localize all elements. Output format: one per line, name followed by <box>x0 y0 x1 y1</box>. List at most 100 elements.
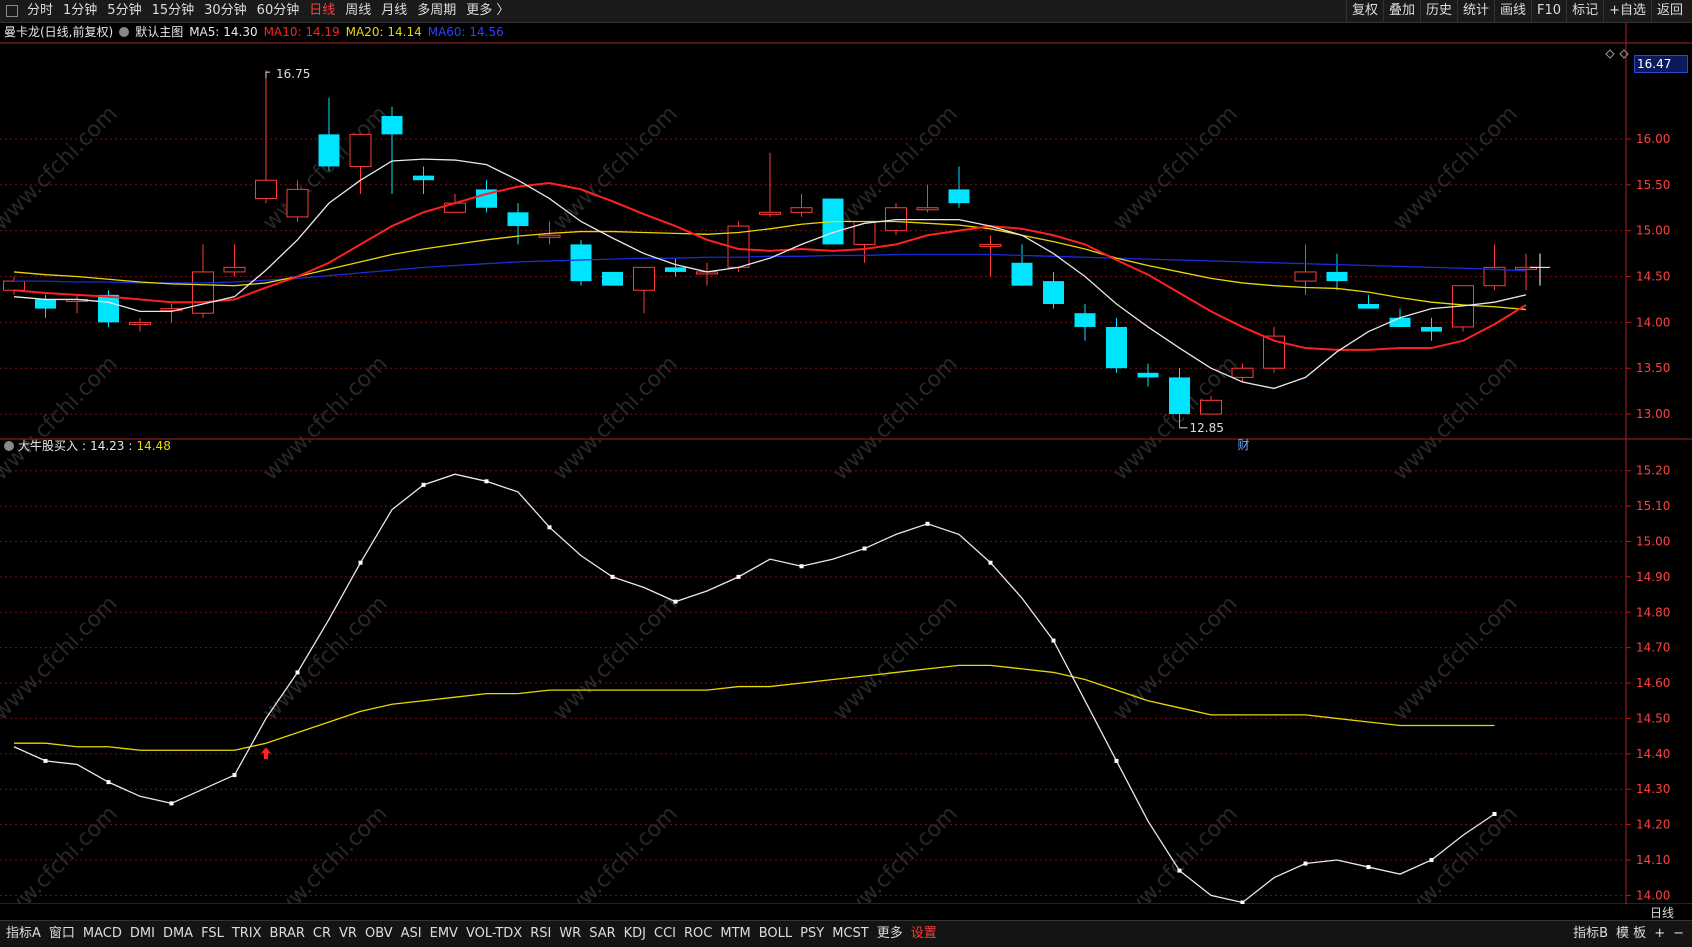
chart-area[interactable]: 16.00 15.50 15.00 14.50 14.00 13.50 13.00 15.20… <box>0 23 1692 904</box>
indicator-point <box>1492 811 1497 816</box>
period-tab-5[interactable]: 60分钟 <box>252 0 305 22</box>
toolbar-button-1[interactable]: 叠加 <box>1382 0 1420 22</box>
toolbar-button-8[interactable]: 返回 <box>1650 0 1688 22</box>
ma60-label: MA60: 14.56 <box>427 25 504 39</box>
candle-body-down <box>1169 377 1190 415</box>
price-tick-label: 14.50 <box>1636 270 1670 284</box>
indicator-point <box>232 773 237 778</box>
indicator-tab-6[interactable]: TRIX <box>228 921 266 947</box>
indicator-tab-7[interactable]: BRAR <box>266 921 309 947</box>
period-tab-1[interactable]: 1分钟 <box>58 0 102 22</box>
indicator-tab-21[interactable]: BOLL <box>755 921 796 947</box>
indicator-right-button-2[interactable]: + <box>1650 921 1669 947</box>
toolbar-button-0[interactable]: 复权 <box>1345 0 1383 22</box>
indicator-tabs: 指标A 窗口 MACD DMI DMA FSL TRIX BRAR CR VR OBV ASI EMV V… <box>2 921 941 947</box>
candle-body-down <box>381 116 403 135</box>
indicator-right-button-1[interactable]: 模 板 <box>1612 921 1650 947</box>
indicator-tab-18[interactable]: CCI <box>650 921 680 947</box>
indicator-point <box>106 780 111 785</box>
candle-body-down <box>1011 262 1033 286</box>
indicator-tab-19[interactable]: ROC <box>680 921 716 947</box>
window-icon[interactable] <box>6 5 18 17</box>
indicator-tab-2[interactable]: MACD <box>79 921 126 947</box>
indicator-tick-label: 14.00 <box>1636 888 1670 902</box>
indicator-icon[interactable] <box>4 441 14 451</box>
indicator-tab-20[interactable]: MTM <box>716 921 754 947</box>
candle-body-up <box>286 188 309 218</box>
indicator-tab-10[interactable]: OBV <box>361 921 397 947</box>
chart-svg[interactable]: 16.00 15.50 15.00 14.50 14.00 13.50 13.00 15.20… <box>0 23 1692 904</box>
indicator-tab-5[interactable]: FSL <box>197 921 228 947</box>
indicator-value2: 14.48 <box>136 439 171 453</box>
financial-report-marker[interactable]: 财 <box>1238 438 1250 452</box>
indicator-tick-label: 15.00 <box>1636 534 1670 548</box>
indicator-tab-9[interactable]: VR <box>335 921 361 947</box>
period-tabs: 分时 1分钟 5分钟 15分钟 30分钟 60分钟 日线 周线 月线 多周期 更多 〉 <box>6 0 514 22</box>
indicator-toolbar: 指标A 窗口 MACD DMI DMA FSL TRIX BRAR CR VR OBV ASI EMV V… <box>0 920 1692 947</box>
indicator-tab-0[interactable]: 指标A <box>2 921 45 947</box>
indicator-point <box>547 525 552 530</box>
indicator-tab-12[interactable]: EMV <box>426 921 462 947</box>
period-tab-7[interactable]: 周线 <box>340 0 376 22</box>
candle-body-up <box>3 280 25 291</box>
template-label[interactable]: 默认主图 <box>135 24 183 40</box>
indicator-value1: 14.23 <box>90 439 125 453</box>
toolbar-button-2[interactable]: 历史 <box>1419 0 1457 22</box>
toolbar-button-6[interactable]: 标记 <box>1566 0 1603 22</box>
indicator-tab-25[interactable]: 设置 <box>907 921 941 947</box>
template-icon[interactable] <box>119 27 130 37</box>
toolbar-button-4[interactable]: 画线 <box>1494 0 1531 22</box>
candle-body-down <box>35 299 56 309</box>
low-label: 12.85 <box>1190 421 1224 435</box>
candle-body-up <box>1200 399 1222 415</box>
period-tab-8[interactable]: 月线 <box>376 0 412 22</box>
candle-body-down <box>1137 372 1159 378</box>
price-tick-label: 13.50 <box>1636 361 1670 375</box>
indicator-tab-3[interactable]: DMI <box>126 921 159 947</box>
indicator-point <box>988 560 993 565</box>
toolbar-button-7[interactable]: +自选 <box>1603 0 1651 22</box>
candle-body-up <box>192 271 214 314</box>
indicator-tab-14[interactable]: RSI <box>526 921 555 947</box>
period-tab-10[interactable]: 更多 〉 <box>461 0 514 22</box>
period-tab-4[interactable]: 30分钟 <box>199 0 252 22</box>
indicator-tab-17[interactable]: KDJ <box>620 921 650 947</box>
indicator-right-button-3[interactable]: − <box>1669 921 1688 947</box>
candle-body-down <box>602 271 623 286</box>
price-tick-label: 15.50 <box>1636 178 1670 192</box>
indicator-tab-22[interactable]: PSY <box>796 921 828 947</box>
period-tab-9[interactable]: 多周期 <box>412 0 461 22</box>
indicator-tab-11[interactable]: ASI <box>397 921 426 947</box>
indicator-tab-13[interactable]: VOL-TDX <box>462 921 526 947</box>
period-tab-6[interactable]: 日线 <box>304 0 340 22</box>
candle-body-up <box>1294 271 1317 282</box>
indicator-point <box>421 482 426 487</box>
period-tab-0[interactable]: 分时 <box>22 0 58 22</box>
period-label: 日线 <box>1650 906 1675 920</box>
indicator-tab-4[interactable]: DMA <box>159 921 197 947</box>
indicator-tab-24[interactable]: 更多 <box>873 921 907 947</box>
current-price-box: 16.47 <box>1634 55 1688 73</box>
candle-body-down <box>507 212 529 227</box>
indicator-tab-23[interactable]: MCST <box>828 921 873 947</box>
indicator-point <box>1051 638 1056 643</box>
indicator-point <box>1303 861 1308 866</box>
indicator-name[interactable]: 大牛股买入 <box>18 438 78 454</box>
ma10-label: MA10: 14.19 <box>263 25 340 39</box>
period-tab-3[interactable]: 15分钟 <box>147 0 200 22</box>
indicator-tab-8[interactable]: CR <box>309 921 335 947</box>
toolbar-button-5[interactable]: F10 <box>1531 0 1566 22</box>
candle-body-down <box>1389 317 1411 327</box>
candle-body-down <box>1043 281 1064 305</box>
indicator-point <box>358 560 363 565</box>
indicator-sep: : <box>82 439 87 453</box>
price-tick-label: 13.00 <box>1636 407 1670 421</box>
toolbar-button-3[interactable]: 统计 <box>1457 0 1494 22</box>
indicator-tab-16[interactable]: SAR <box>585 921 619 947</box>
indicator-point <box>1240 900 1245 904</box>
indicator-right-button-0[interactable]: 指标B <box>1569 921 1612 947</box>
indicator-tab-1[interactable]: 窗口 <box>45 921 79 947</box>
indicator-tab-15[interactable]: WR <box>555 921 585 947</box>
period-tab-2[interactable]: 5分钟 <box>102 0 146 22</box>
candle-body-down <box>1106 326 1127 369</box>
